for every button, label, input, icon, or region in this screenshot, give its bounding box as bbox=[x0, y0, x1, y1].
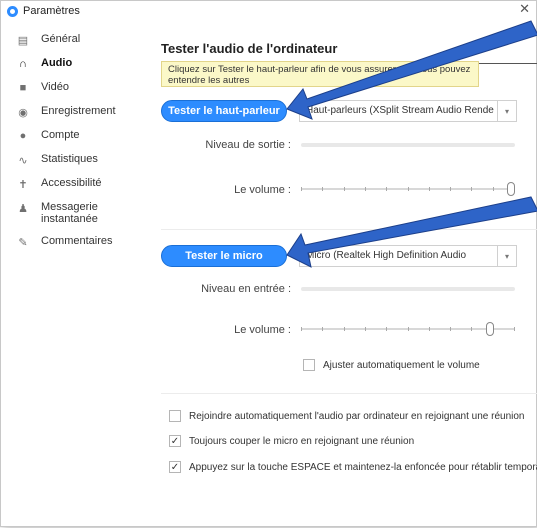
annotation-arrow-speaker bbox=[286, 20, 537, 120]
annotation-arrows bbox=[286, 20, 537, 268]
annotation-arrow-mic bbox=[286, 196, 537, 268]
settings-window: Paramètres ✕ ▤ Général ∩ Audio ■ Vidéo ◉… bbox=[0, 0, 537, 527]
